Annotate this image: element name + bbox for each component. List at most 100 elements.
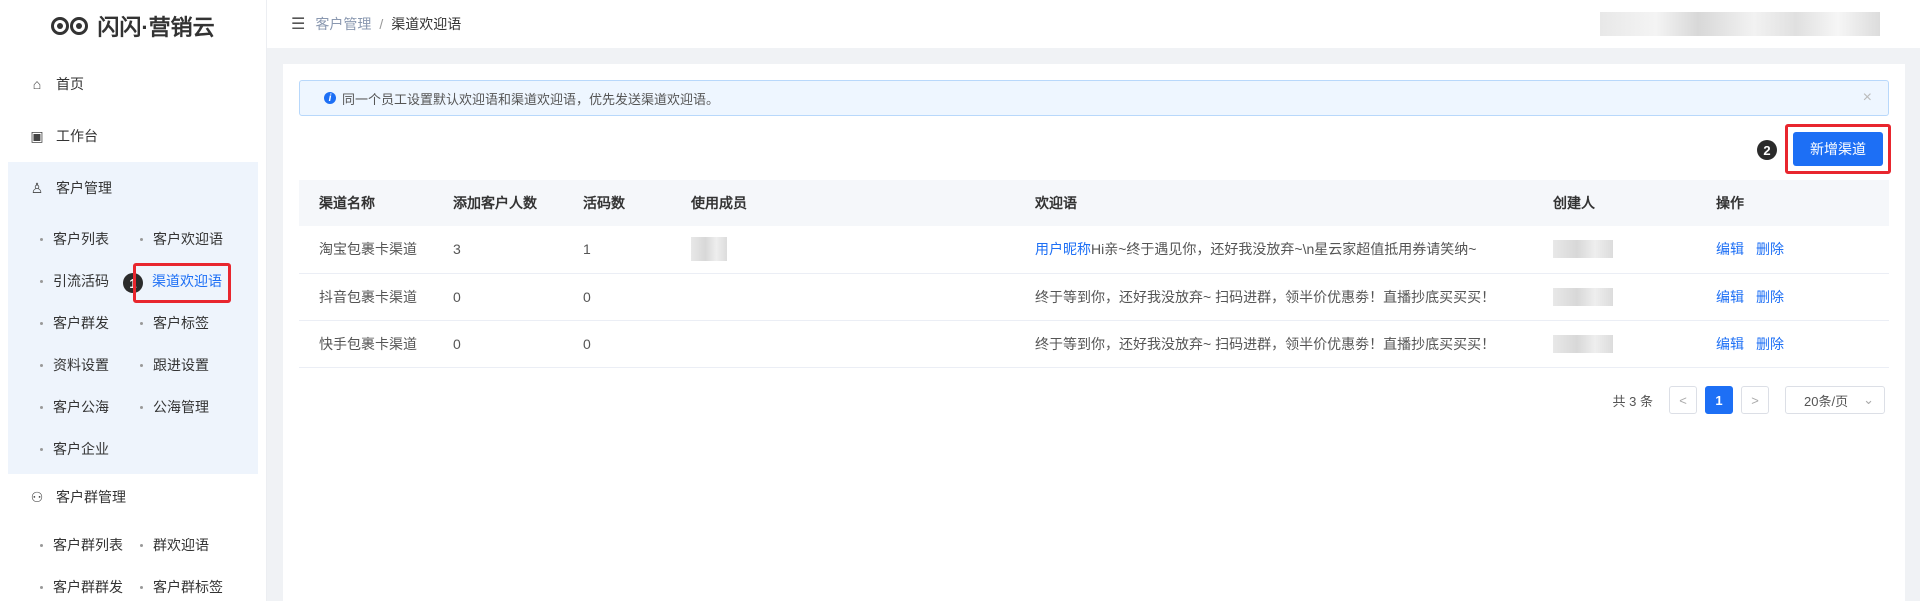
col-header-actions: 操作	[1696, 180, 1889, 226]
sidebar-item-label: 首页	[56, 76, 84, 92]
creator-blurred	[1553, 240, 1613, 259]
breadcrumb-separator: /	[379, 16, 384, 32]
group-icon: ⚇	[30, 488, 44, 505]
delete-link[interactable]: 删除	[1756, 241, 1784, 257]
cell-codes: 0	[563, 320, 671, 368]
submenu-group-broadcast[interactable]: 客户群群发	[40, 566, 140, 601]
user-info-blurred[interactable]	[1600, 12, 1880, 36]
cell-actions: 编辑 删除	[1696, 273, 1889, 321]
cell-members	[671, 273, 1015, 321]
submenu-profile-settings[interactable]: 资料设置	[40, 344, 140, 386]
sidebar-item-label: 工作台	[56, 128, 98, 144]
info-alert: i 同一个员工设置默认欢迎语和渠道欢迎语，优先发送渠道欢迎语。 ×	[299, 80, 1889, 116]
cell-actions: 编辑 删除	[1696, 226, 1889, 274]
table-row: 快手包裹卡渠道 0 0 终于等到你，还好我没放弃~ 扫码进群，领半价优惠劵！直播…	[299, 320, 1889, 368]
customer-submenu: 客户列表 客户欢迎语 引流活码 1 渠道欢迎语 客户群发 客户标签 资料设置 跟…	[8, 214, 258, 474]
add-channel-button[interactable]: 新增渠道	[1793, 132, 1883, 166]
delete-link[interactable]: 删除	[1756, 336, 1784, 352]
info-icon: i	[324, 92, 336, 104]
app-logo[interactable]: 闪闪·营销云	[0, 0, 266, 52]
sidebar-item-label: 客户群管理	[56, 489, 126, 505]
owl-logo-icon	[51, 15, 91, 37]
creator-blurred	[1553, 334, 1613, 353]
submenu-channel-welcome[interactable]: 渠道欢迎语	[133, 260, 240, 303]
submenu-group-welcome[interactable]: 群欢迎语	[140, 524, 240, 566]
col-header-creator: 创建人	[1533, 180, 1696, 226]
cell-greeting: 用户昵称Hi亲~终于遇见你，还好我没放弃~\n星云家超值抵用券请笑纳~	[1015, 226, 1533, 274]
cell-creator	[1533, 320, 1696, 368]
sidebar-item-group-mgmt[interactable]: ⚇ 客户群管理	[0, 474, 266, 520]
col-header-count: 添加客户人数	[433, 180, 563, 226]
col-header-greeting: 欢迎语	[1015, 180, 1533, 226]
submenu-customer-tags[interactable]: 客户标签	[140, 302, 240, 344]
sidebar-group-customer: ♙ 客户管理 客户列表 客户欢迎语 引流活码 1 渠道欢迎语 客户群发 客户标签…	[8, 162, 258, 474]
top-header: ☰ 客户管理 / 渠道欢迎语	[267, 0, 1920, 48]
submenu-customer-broadcast[interactable]: 客户群发	[40, 302, 140, 344]
table-row: 淘宝包裹卡渠道 3 1 用户昵称Hi亲~终于遇见你，还好我没放弃~\n星云家超值…	[299, 226, 1889, 274]
submenu-customer-enterprise[interactable]: 客户企业	[40, 428, 140, 470]
member-avatar-blurred	[691, 237, 727, 262]
cell-name: 淘宝包裹卡渠道	[299, 226, 433, 274]
prev-page-button[interactable]: <	[1669, 386, 1697, 414]
next-page-button[interactable]: >	[1741, 386, 1769, 414]
cell-actions: 编辑 删除	[1696, 320, 1889, 368]
creator-blurred	[1553, 287, 1613, 306]
cell-name: 快手包裹卡渠道	[299, 320, 433, 368]
submenu-followup-settings[interactable]: 跟进设置	[140, 344, 240, 386]
col-header-codes: 活码数	[563, 180, 671, 226]
sidebar-item-customer-mgmt[interactable]: ♙ 客户管理	[8, 162, 258, 214]
breadcrumb-parent[interactable]: 客户管理	[315, 14, 371, 34]
sidebar-item-label: 客户管理	[56, 180, 112, 196]
submenu-customer-pool[interactable]: 客户公海	[40, 386, 140, 428]
edit-link[interactable]: 编辑	[1716, 289, 1744, 305]
menu-fold-icon[interactable]: ☰	[291, 14, 305, 34]
submenu-customer-welcome[interactable]: 客户欢迎语	[140, 218, 240, 260]
cell-count: 0	[433, 320, 563, 368]
page-size-value: 20条/页	[1804, 393, 1849, 409]
edit-link[interactable]: 编辑	[1716, 336, 1744, 352]
submenu-lead-qrcode[interactable]: 引流活码 1	[40, 260, 143, 302]
cell-members	[671, 226, 1015, 274]
cell-codes: 1	[563, 226, 671, 274]
close-icon[interactable]: ×	[1863, 89, 1872, 107]
cell-count: 3	[433, 226, 563, 274]
delete-link[interactable]: 删除	[1756, 289, 1784, 305]
cell-count: 0	[433, 273, 563, 321]
main-content: i 同一个员工设置默认欢迎语和渠道欢迎语，优先发送渠道欢迎语。 × 2 新增渠道…	[283, 64, 1905, 601]
chevron-down-icon: ⌄	[1863, 392, 1874, 407]
cell-members	[671, 320, 1015, 368]
sidebar-item-workbench[interactable]: ▣ 工作台	[0, 110, 266, 162]
cell-greeting: 终于等到你，还好我没放弃~ 扫码进群，领半价优惠劵！直播抄底买买买！	[1015, 273, 1533, 321]
pagination: 共 3 条 < 1 > 20条/页 ⌄	[1613, 386, 1885, 414]
edit-link[interactable]: 编辑	[1716, 241, 1744, 257]
cell-creator	[1533, 226, 1696, 274]
breadcrumb-current: 渠道欢迎语	[391, 16, 462, 32]
table-row: 抖音包裹卡渠道 0 0 终于等到你，还好我没放弃~ 扫码进群，领半价优惠劵！直播…	[299, 273, 1889, 321]
table-header-row: 渠道名称 添加客户人数 活码数 使用成员 欢迎语 创建人 操作	[299, 180, 1889, 226]
col-header-name: 渠道名称	[299, 180, 433, 226]
group-submenu: 客户群列表 群欢迎语 客户群群发 客户群标签	[0, 520, 266, 601]
user-icon: ♙	[30, 179, 44, 196]
home-icon: ⌂	[32, 76, 42, 92]
cell-codes: 0	[563, 273, 671, 321]
workbench-icon: ▣	[30, 127, 44, 144]
page-size-select[interactable]: 20条/页 ⌄	[1785, 386, 1885, 414]
alert-text: 同一个员工设置默认欢迎语和渠道欢迎语，优先发送渠道欢迎语。	[342, 91, 720, 107]
sidebar: 闪闪·营销云 ⌂ 首页 ▣ 工作台 ♙ 客户管理 客户列表 客户欢迎语 引流活码…	[0, 0, 267, 601]
nickname-tag: 用户昵称	[1035, 241, 1091, 258]
submenu-pool-mgmt[interactable]: 公海管理	[140, 386, 240, 428]
page-button-1[interactable]: 1	[1705, 386, 1733, 414]
sidebar-item-home[interactable]: ⌂ 首页	[0, 58, 266, 110]
submenu-customer-list[interactable]: 客户列表	[40, 218, 140, 260]
step-badge-2: 2	[1757, 140, 1777, 160]
submenu-group-list[interactable]: 客户群列表	[40, 524, 140, 566]
cell-name: 抖音包裹卡渠道	[299, 273, 433, 321]
pagination-total: 共 3 条	[1612, 393, 1653, 409]
col-header-members: 使用成员	[671, 180, 1015, 226]
channel-table: 渠道名称 添加客户人数 活码数 使用成员 欢迎语 创建人 操作 淘宝包裹卡渠道 …	[299, 180, 1889, 368]
app-title: 闪闪·营销云	[97, 15, 215, 40]
cell-greeting: 终于等到你，还好我没放弃~ 扫码进群，领半价优惠劵！直播抄底买买买！	[1015, 320, 1533, 368]
submenu-group-tags[interactable]: 客户群标签	[140, 566, 240, 601]
cell-creator	[1533, 273, 1696, 321]
highlight-box	[133, 263, 231, 303]
